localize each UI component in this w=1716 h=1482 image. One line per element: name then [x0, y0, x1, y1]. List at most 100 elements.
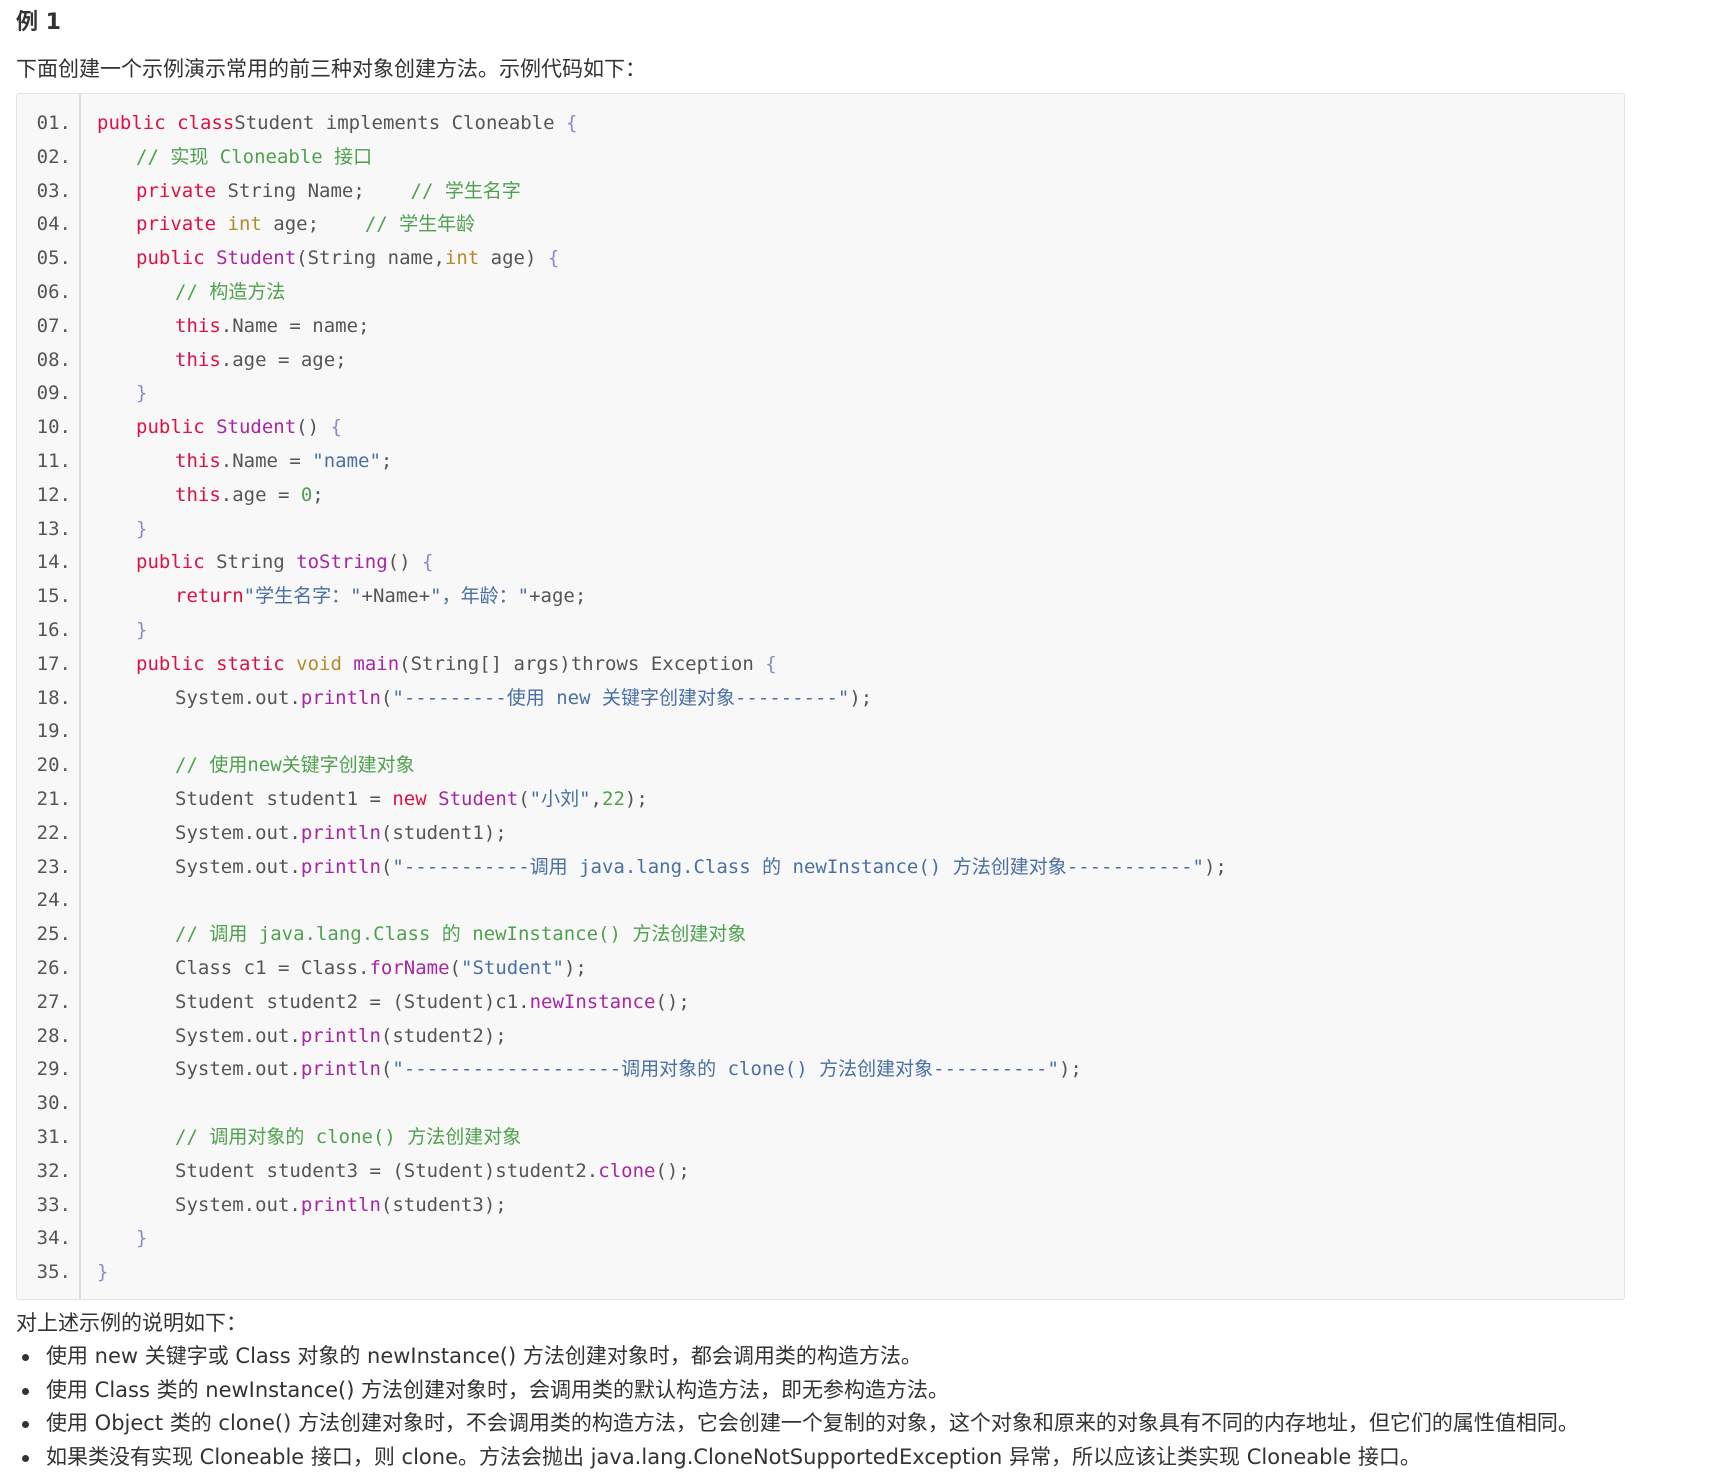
- comment: // 使用new关键字创建对象: [175, 754, 415, 777]
- function-name: main: [353, 652, 400, 675]
- code-line: 02. // 实现 Cloneable 接口: [17, 141, 1624, 175]
- note-item: 使用 Object 类的 clone() 方法创建对象时，不会调用类的构造方法，…: [16, 1407, 1579, 1441]
- keyword: public: [136, 416, 205, 439]
- bullet-icon: [22, 1354, 29, 1361]
- code-line: 17. public static void main(String[] args…: [17, 648, 1624, 682]
- string-literal: "学生名字：": [243, 585, 362, 608]
- function-name: println: [300, 686, 381, 709]
- string-literal: "，年龄：": [430, 585, 530, 608]
- function-name: println: [300, 1058, 381, 1081]
- code-line: 05. public Student(String name,int age) {: [17, 242, 1624, 276]
- function-name: println: [300, 1193, 381, 1216]
- line-number: 01.: [36, 112, 71, 134]
- bullet-icon: [22, 1454, 29, 1462]
- line-number: 35.: [36, 1261, 71, 1284]
- code-text: ();: [655, 990, 690, 1013]
- line-number: 14.: [36, 551, 71, 574]
- code-source: Student student1 = new Student("小刘",22);: [97, 783, 648, 817]
- note-text: 如果类没有实现 Cloneable 接口，则 clone。方法会抛出 java.…: [46, 1444, 1421, 1469]
- line-number: 20.: [36, 754, 71, 777]
- code-block: 01. public classStudent implements Clonea…: [16, 93, 1625, 1300]
- line-number: 34.: [36, 1227, 71, 1250]
- code-text: Student student2 = (Student)c1.: [175, 990, 530, 1013]
- code-text: (: [380, 1058, 393, 1081]
- brace: }: [136, 618, 148, 641]
- code-line: 14. public String toString() {: [17, 546, 1624, 580]
- code-line: 19.: [17, 715, 1624, 749]
- code-source: }: [97, 1222, 147, 1256]
- string-literal: "-------------------调用对象的 clone() 方法创建对象…: [392, 1058, 1059, 1081]
- code-text: (: [449, 956, 461, 979]
- line-number: 08.: [36, 348, 71, 371]
- code-text: age): [479, 247, 548, 270]
- function-name: Student: [216, 247, 297, 270]
- code-line: 28. System.out.println(student2);: [17, 1020, 1624, 1054]
- code-source: this.Name = "name";: [97, 445, 392, 479]
- line-number: 31.: [36, 1125, 71, 1148]
- code-source: this.Name = name;: [97, 310, 369, 344]
- code-source: public Student() {: [97, 411, 342, 445]
- line-number: 17.: [36, 652, 71, 675]
- code-text: (: [518, 787, 530, 810]
- keyword: return: [175, 585, 244, 608]
- brace: {: [547, 247, 560, 270]
- code-text: System.out.: [175, 1193, 301, 1216]
- notes-title: 对上述示例的说明如下：: [16, 1311, 247, 1335]
- function-name: Student: [438, 787, 519, 810]
- code-text: Class c1 = Class.: [175, 956, 370, 979]
- code-source: Student student3 = (Student)student2.clo…: [97, 1155, 690, 1189]
- note-item: 使用 new 关键字或 Class 对象的 newInstance() 方法创建…: [16, 1340, 1579, 1374]
- notes-list: 使用 new 关键字或 Class 对象的 newInstance() 方法创建…: [16, 1340, 1579, 1474]
- line-number: 06.: [36, 280, 71, 303]
- code-line: 24.: [17, 884, 1624, 918]
- code-text: System.out.: [175, 855, 301, 878]
- bullet-icon: [22, 1387, 29, 1395]
- line-number: 30.: [36, 1092, 71, 1115]
- keyword: private: [136, 179, 217, 202]
- line-number: 16.: [36, 618, 71, 641]
- code-text: System.out.: [175, 1024, 301, 1047]
- code-line: 18. System.out.println("---------使用 new 关…: [17, 682, 1624, 716]
- code-text: .Name = name;: [220, 314, 370, 337]
- string-literal: "name": [312, 449, 381, 472]
- note-item: 使用 Class 类的 newInstance() 方法创建对象时，会调用类的默…: [16, 1374, 1579, 1408]
- keyword: this: [175, 314, 221, 337]
- comment: // 调用对象的 clone() 方法创建对象: [175, 1125, 522, 1148]
- code-source: System.out.println("---------使用 new 关键字创…: [97, 682, 872, 716]
- keyword: public: [136, 247, 205, 270]
- code-source: }: [97, 1256, 108, 1290]
- code-line: 12. this.age = 0;: [17, 479, 1624, 513]
- code-text: ();: [655, 1159, 690, 1182]
- type: void: [296, 652, 342, 675]
- code-source: }: [97, 614, 147, 648]
- line-number: 02.: [36, 145, 71, 168]
- function-name: println: [300, 1024, 381, 1047]
- code-line: 27. Student student2 = (Student)c1.newIns…: [17, 986, 1624, 1020]
- code-line: 20. // 使用new关键字创建对象: [17, 749, 1624, 783]
- code-source: System.out.println(student1);: [97, 817, 507, 851]
- line-number: 11.: [36, 449, 71, 472]
- comment: // 学生年龄: [364, 213, 476, 236]
- code-line: 25. // 调用 java.lang.Class 的 newInstance()…: [17, 918, 1624, 952]
- code-line: 16.}: [17, 614, 1624, 648]
- code-line: 04. private int age; // 学生年龄: [17, 208, 1624, 242]
- code-line: 10. public Student() {: [17, 411, 1624, 445]
- keyword: new: [392, 787, 427, 810]
- keyword: this: [175, 483, 221, 506]
- intro-text: 下面创建一个示例演示常用的前三种对象创建方法。示例代码如下：: [16, 57, 646, 81]
- code-text: .Name =: [220, 449, 313, 472]
- line-number: 10.: [36, 416, 71, 439]
- code-text: );: [849, 686, 873, 709]
- code-source: }: [97, 377, 147, 411]
- string-literal: "小刘": [529, 787, 591, 810]
- code-source: // 实现 Cloneable 接口: [97, 141, 372, 175]
- line-number: 03.: [36, 179, 71, 202]
- number-literal: 22: [602, 787, 625, 810]
- line-number: 12.: [36, 483, 71, 506]
